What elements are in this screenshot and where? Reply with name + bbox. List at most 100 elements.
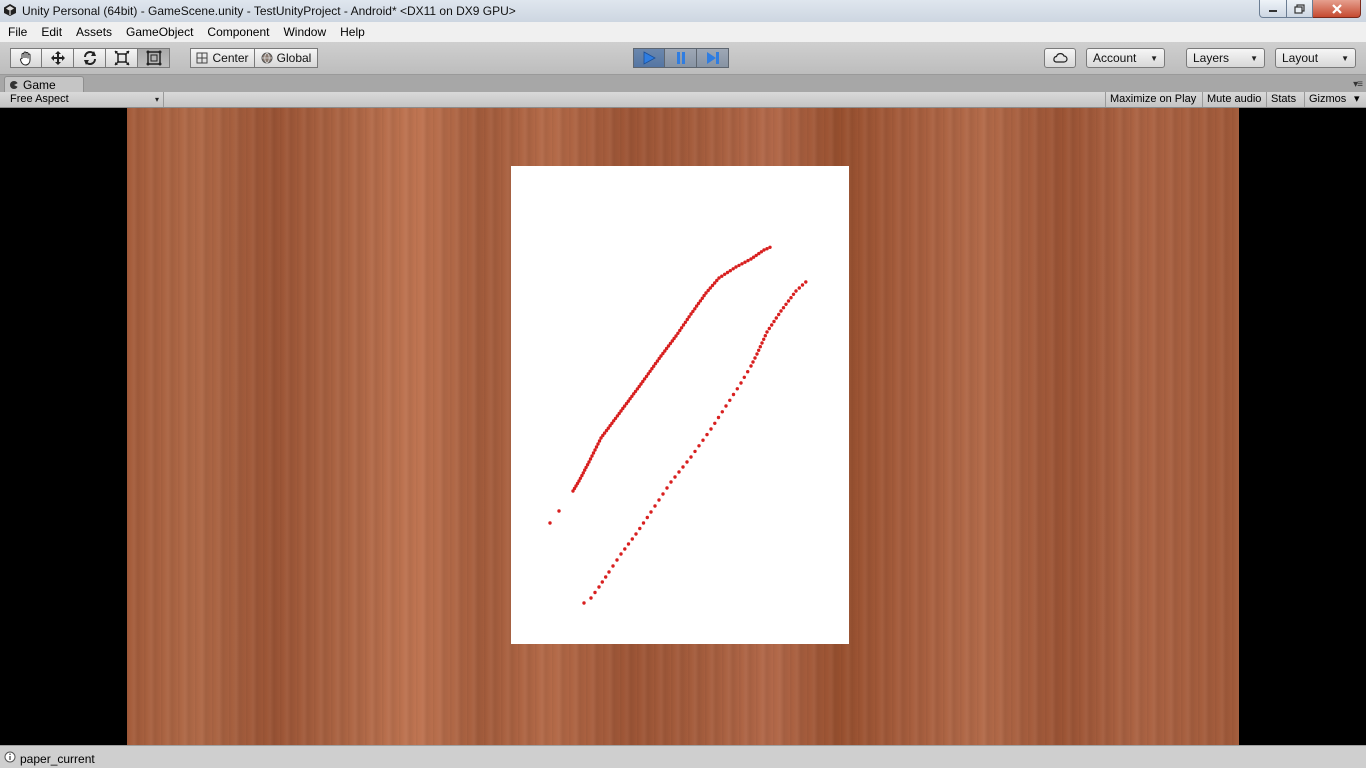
pivot-center-button[interactable]: Center: [190, 48, 255, 68]
ink-dot-stroke-1: [725, 270, 730, 275]
globe-icon: [261, 52, 273, 64]
scale-tool-icon: [113, 50, 130, 66]
ink-dot-stroke-2: [626, 542, 631, 546]
ink-dot-stroke-2: [770, 323, 774, 327]
pause-button[interactable]: [665, 48, 697, 68]
mute-audio-toggle[interactable]: Mute audio: [1202, 92, 1265, 107]
cloud-controls: [1044, 47, 1076, 69]
play-icon: [643, 51, 656, 65]
unity-logo-icon: [4, 4, 16, 16]
ink-dot-stroke-2: [657, 498, 661, 502]
rotate-tool-icon: [83, 51, 96, 65]
menu-gameobject[interactable]: GameObject: [119, 22, 200, 42]
ink-dot-stroke-2: [689, 455, 693, 459]
tab-game-label: Game: [23, 77, 56, 92]
ink-dot-stroke-1: [676, 331, 680, 335]
rect-tool-button[interactable]: [138, 48, 170, 68]
step-button[interactable]: [697, 48, 729, 68]
ink-dot-stroke-2: [649, 510, 653, 514]
ink-dot-stroke-2: [728, 398, 732, 402]
cloud-icon: [1053, 53, 1068, 63]
ink-dot-stroke-1: [717, 276, 721, 280]
ink-dot-stroke-2: [763, 334, 767, 338]
dropdown-arrow-icon: ▼: [1341, 53, 1349, 63]
close-button[interactable]: [1313, 0, 1361, 18]
ink-dot-stroke-2: [697, 444, 701, 448]
layers-dropdown[interactable]: Layers ▼: [1186, 48, 1265, 68]
ink-dot-stroke-2: [582, 601, 586, 605]
menu-edit[interactable]: Edit: [34, 22, 69, 42]
ink-dot-stroke-2: [709, 427, 713, 431]
ink-dot-stroke-2: [758, 345, 762, 349]
ink-dot-stroke-1: [596, 442, 600, 446]
ink-dot-stroke-2: [600, 580, 604, 584]
minimize-button[interactable]: [1259, 0, 1287, 18]
panel-menu-icon[interactable]: ▾≡: [1353, 79, 1363, 90]
ink-dot-stroke-2: [749, 364, 753, 368]
ink-dot-stroke-1: [591, 451, 596, 455]
menu-assets[interactable]: Assets: [69, 22, 119, 42]
ink-dot-stroke-2: [794, 289, 798, 293]
ink-dot-stroke-2: [753, 356, 757, 360]
gizmos-dropdown[interactable]: Gizmos: [1304, 92, 1350, 107]
ink-dot-stroke-2: [746, 370, 750, 374]
ink-dot-stroke-1: [765, 247, 769, 251]
ink-dot-stroke-1: [731, 267, 735, 271]
paper-sheet[interactable]: [511, 166, 849, 644]
dropdown-arrow-icon[interactable]: ▾: [1350, 92, 1364, 107]
game-viewport[interactable]: [0, 108, 1366, 745]
ink-dot-stroke-2: [724, 404, 728, 408]
ink-dot-stroke-2: [701, 438, 705, 442]
step-icon: [706, 52, 719, 64]
ink-dot-stroke-2: [673, 475, 677, 479]
restore-button[interactable]: [1287, 0, 1313, 18]
move-tool-button[interactable]: [42, 48, 74, 68]
ink-dot-stroke-2: [661, 492, 665, 496]
pivot-center-label: Center: [212, 51, 249, 65]
hand-tool-button[interactable]: [10, 48, 42, 68]
ink-dot-stroke-2: [772, 319, 776, 324]
ink-dot-stroke-1: [548, 521, 552, 525]
dropdown-arrow-icon: ▼: [1150, 53, 1158, 63]
ink-dot-stroke-1: [679, 326, 684, 330]
play-button[interactable]: [633, 48, 665, 68]
ink-dot-stroke-2: [653, 504, 657, 508]
pivot-icon: [196, 52, 208, 64]
stats-toggle[interactable]: Stats: [1266, 92, 1300, 107]
game-view-controls: Free Aspect ▾ Maximize on Play Mute audi…: [0, 92, 1366, 108]
menu-component[interactable]: Component: [200, 22, 276, 42]
maximize-on-play-toggle[interactable]: Maximize on Play: [1105, 92, 1200, 107]
ink-dot-stroke-2: [739, 381, 743, 385]
menu-file[interactable]: File: [0, 22, 34, 42]
status-bar: paper_current: [0, 745, 1366, 768]
layers-label: Layers: [1193, 51, 1230, 65]
scale-tool-button[interactable]: [106, 48, 138, 68]
account-dropdown[interactable]: Account ▼: [1086, 48, 1165, 68]
aspect-dropdown[interactable]: Free Aspect ▾: [0, 92, 164, 107]
info-icon: [4, 751, 16, 763]
ink-dot-stroke-2: [774, 316, 778, 320]
ink-dot-stroke-1: [593, 448, 597, 452]
ink-dot-stroke-1: [737, 263, 741, 268]
ink-dot-stroke-2: [685, 460, 689, 464]
ink-dot-stroke-1: [728, 269, 732, 273]
ink-dot-stroke-2: [677, 470, 681, 474]
game-view-icon: [10, 80, 18, 89]
pivot-global-button[interactable]: Global: [255, 48, 318, 68]
ink-dot-stroke-2: [597, 585, 601, 589]
ink-dot-stroke-2: [760, 341, 764, 345]
ink-dot-stroke-1: [590, 454, 594, 458]
ink-dot-stroke-2: [720, 410, 724, 414]
menu-help[interactable]: Help: [333, 22, 372, 42]
dropdown-arrow-icon: ▾: [154, 95, 159, 104]
ink-dot-stroke-2: [607, 570, 611, 574]
ink-dot-stroke-2: [604, 575, 608, 579]
ink-dot-stroke-2: [669, 480, 673, 484]
cloud-button[interactable]: [1044, 48, 1076, 68]
menu-window[interactable]: Window: [276, 22, 333, 42]
rotate-tool-button[interactable]: [74, 48, 106, 68]
layers-controls: Layers ▼: [1186, 47, 1265, 69]
ink-dot-stroke-1: [687, 315, 691, 319]
tab-game[interactable]: Game: [4, 76, 84, 92]
layout-dropdown[interactable]: Layout ▼: [1275, 48, 1356, 68]
